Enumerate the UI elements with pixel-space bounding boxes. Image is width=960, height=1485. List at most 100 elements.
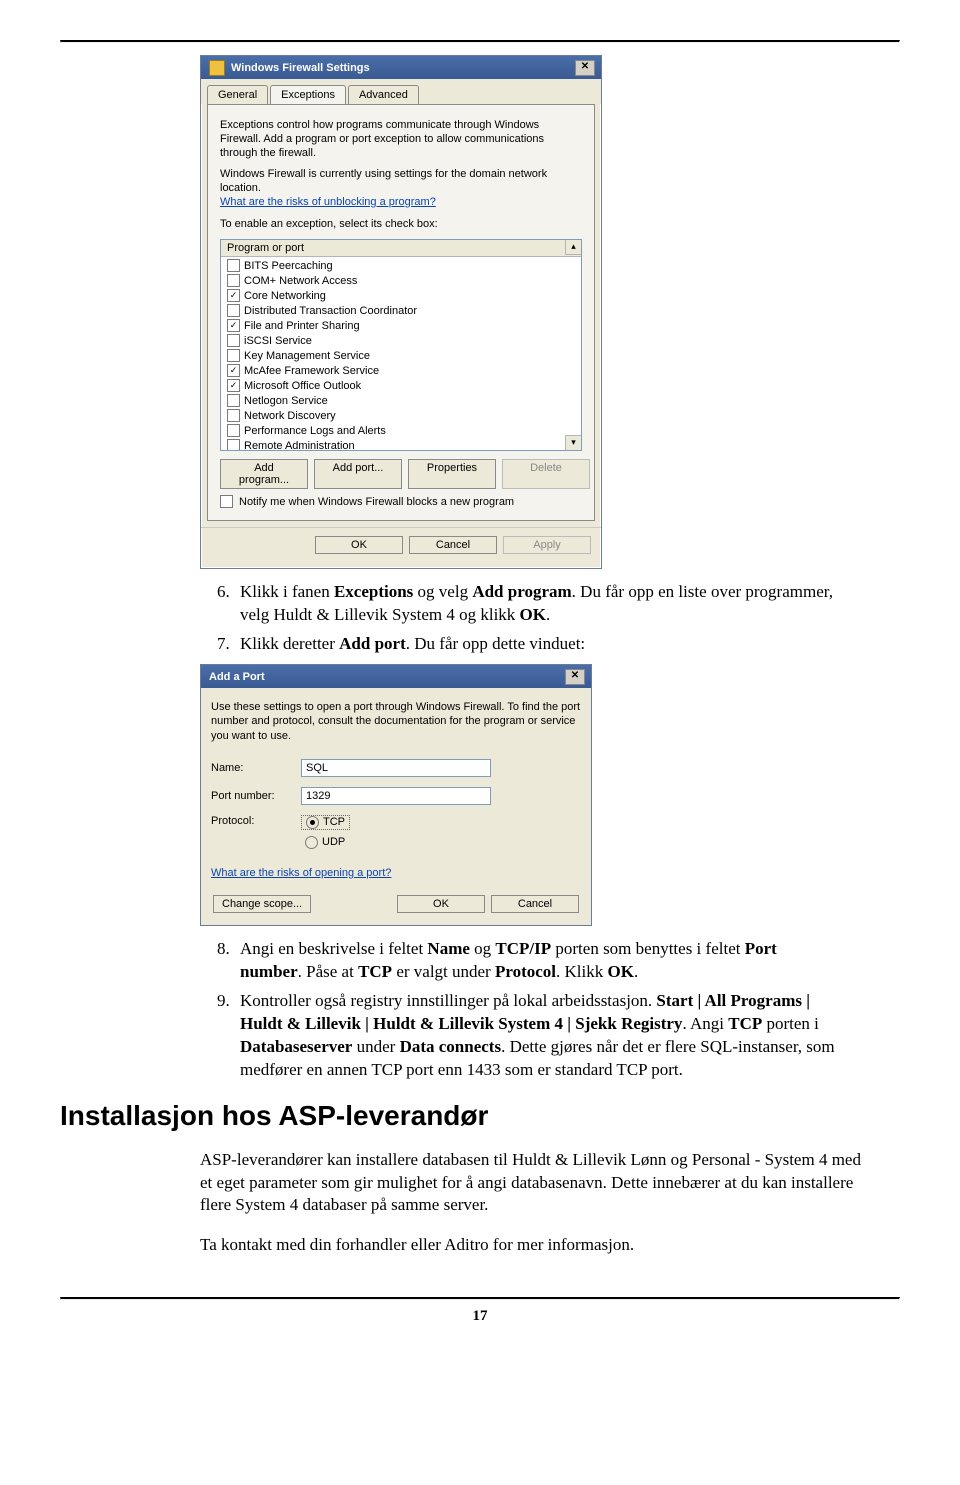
firewall-title: Windows Firewall Settings xyxy=(231,62,575,74)
steps-6-7: Klikk i fanen Exceptions og velg Add pro… xyxy=(200,581,840,656)
cancel-button[interactable]: Cancel xyxy=(409,536,497,554)
list-item[interactable]: BITS Peercaching xyxy=(223,258,579,273)
checkbox-icon[interactable] xyxy=(227,259,240,272)
step-6: Klikk i fanen Exceptions og velg Add pro… xyxy=(234,581,840,627)
close-icon[interactable]: ✕ xyxy=(565,669,585,685)
list-item-label: Key Management Service xyxy=(244,350,370,362)
col-program-or-port: Program or port xyxy=(227,242,304,254)
list-item-label: Remote Administration xyxy=(244,440,355,451)
exceptions-listbox[interactable]: ▴ Program or port BITS Peercaching COM+ N… xyxy=(220,239,582,451)
list-item[interactable]: Remote Administration xyxy=(223,438,579,450)
risks-unblocking-link[interactable]: What are the risks of unblocking a progr… xyxy=(220,196,436,208)
protocol-label: Protocol: xyxy=(211,815,301,827)
list-item-label: McAfee Framework Service xyxy=(244,365,379,377)
step-8: Angi en beskrivelse i feltet Name og TCP… xyxy=(234,938,840,984)
add-port-button[interactable]: Add port... xyxy=(314,459,402,489)
intro-text: Exceptions control how programs communic… xyxy=(220,119,582,160)
step-9: Kontroller også registry innstillinger p… xyxy=(234,990,840,1082)
add-port-intro: Use these settings to open a port throug… xyxy=(211,700,581,743)
steps-8-9: Angi en beskrivelse i feltet Name og TCP… xyxy=(200,938,840,1082)
page-bottom-rule xyxy=(60,1297,900,1300)
list-item-label: Core Networking xyxy=(244,290,326,302)
list-item[interactable]: Network Discovery xyxy=(223,408,579,423)
list-item-label: BITS Peercaching xyxy=(244,260,333,272)
checkbox-icon[interactable] xyxy=(227,424,240,437)
list-item[interactable]: Netlogon Service xyxy=(223,393,579,408)
firewall-footer-buttons: OK Cancel Apply xyxy=(201,527,601,562)
close-icon[interactable]: ✕ xyxy=(575,60,595,76)
ok-button[interactable]: OK xyxy=(315,536,403,554)
asp-paragraph-2: Ta kontakt med din forhandler eller Adit… xyxy=(200,1234,870,1257)
protocol-tcp-radio[interactable]: TCP xyxy=(301,815,350,830)
risks-opening-port-link[interactable]: What are the risks of opening a port? xyxy=(211,867,391,879)
properties-button[interactable]: Properties xyxy=(408,459,496,489)
list-item[interactable]: ✓ McAfee Framework Service xyxy=(223,363,579,378)
notify-label: Notify me when Windows Firewall blocks a… xyxy=(239,496,514,508)
list-item[interactable]: COM+ Network Access xyxy=(223,273,579,288)
notify-row[interactable]: Notify me when Windows Firewall blocks a… xyxy=(220,495,582,508)
step-7: Klikk deretter Add port. Du får opp dett… xyxy=(234,633,840,656)
port-number-input[interactable] xyxy=(301,787,491,805)
page-number: 17 xyxy=(60,1308,900,1345)
tab-general[interactable]: General xyxy=(207,85,268,104)
exceptions-items: BITS Peercaching COM+ Network Access ✓ Core… xyxy=(221,257,581,450)
checkbox-icon[interactable] xyxy=(227,439,240,450)
list-item[interactable]: Key Management Service xyxy=(223,348,579,363)
list-item[interactable]: ✓ Microsoft Office Outlook xyxy=(223,378,579,393)
checkbox-icon[interactable]: ✓ xyxy=(227,364,240,377)
checkbox-icon[interactable]: ✓ xyxy=(227,289,240,302)
scroll-up-icon[interactable]: ▴ xyxy=(565,240,581,255)
list-item-label: File and Printer Sharing xyxy=(244,320,360,332)
tab-exceptions[interactable]: Exceptions xyxy=(270,85,346,104)
shield-icon xyxy=(209,60,225,76)
name-input[interactable] xyxy=(301,759,491,777)
notify-checkbox[interactable] xyxy=(220,495,233,508)
apply-button: Apply xyxy=(503,536,591,554)
enable-instruction: To enable an exception, select its check… xyxy=(220,218,582,232)
list-header: Program or port xyxy=(221,240,581,257)
list-item-label: Network Discovery xyxy=(244,410,336,422)
firewall-titlebar: Windows Firewall Settings ✕ xyxy=(201,56,601,79)
exceptions-button-row: Add program... Add port... Properties De… xyxy=(220,459,582,489)
name-label: Name: xyxy=(211,762,301,774)
checkbox-icon[interactable] xyxy=(227,274,240,287)
list-item[interactable]: Performance Logs and Alerts xyxy=(223,423,579,438)
list-item-label: COM+ Network Access xyxy=(244,275,357,287)
page-top-rule xyxy=(60,40,900,43)
checkbox-icon[interactable] xyxy=(227,334,240,347)
change-scope-button[interactable]: Change scope... xyxy=(213,895,311,913)
ok-button[interactable]: OK xyxy=(397,895,485,913)
list-item[interactable]: iSCSI Service xyxy=(223,333,579,348)
list-item-label: Microsoft Office Outlook xyxy=(244,380,361,392)
add-port-footer: Change scope... OK Cancel xyxy=(211,885,581,915)
checkbox-icon[interactable] xyxy=(227,409,240,422)
scroll-down-icon[interactable]: ▾ xyxy=(565,435,581,450)
checkbox-icon[interactable] xyxy=(227,304,240,317)
list-item[interactable]: Distributed Transaction Coordinator xyxy=(223,303,579,318)
radio-icon xyxy=(305,836,318,849)
radio-icon xyxy=(306,816,319,829)
add-program-button[interactable]: Add program... xyxy=(220,459,308,489)
add-port-title: Add a Port xyxy=(209,671,565,683)
add-port-body: Use these settings to open a port throug… xyxy=(201,688,591,925)
list-item-label: Distributed Transaction Coordinator xyxy=(244,305,417,317)
list-item-label: Netlogon Service xyxy=(244,395,328,407)
list-item[interactable]: ✓ Core Networking xyxy=(223,288,579,303)
protocol-udp-radio[interactable]: UDP xyxy=(301,836,350,849)
list-item-label: iSCSI Service xyxy=(244,335,312,347)
tab-advanced[interactable]: Advanced xyxy=(348,85,419,104)
name-row: Name: xyxy=(211,759,581,777)
cancel-button[interactable]: Cancel xyxy=(491,895,579,913)
protocol-row: Protocol: TCP UDP xyxy=(211,815,581,849)
checkbox-icon[interactable]: ✓ xyxy=(227,319,240,332)
add-port-window: Add a Port ✕ Use these settings to open … xyxy=(200,664,592,926)
list-item[interactable]: ✓ File and Printer Sharing xyxy=(223,318,579,333)
checkbox-icon[interactable] xyxy=(227,394,240,407)
list-item-label: Performance Logs and Alerts xyxy=(244,425,386,437)
delete-button: Delete xyxy=(502,459,590,489)
checkbox-icon[interactable] xyxy=(227,349,240,362)
firewall-tabs: General Exceptions Advanced xyxy=(201,79,601,104)
checkbox-icon[interactable]: ✓ xyxy=(227,379,240,392)
domain-notice-text: Windows Firewall is currently using sett… xyxy=(220,168,547,194)
firewall-settings-window: Windows Firewall Settings ✕ General Exce… xyxy=(200,55,602,569)
